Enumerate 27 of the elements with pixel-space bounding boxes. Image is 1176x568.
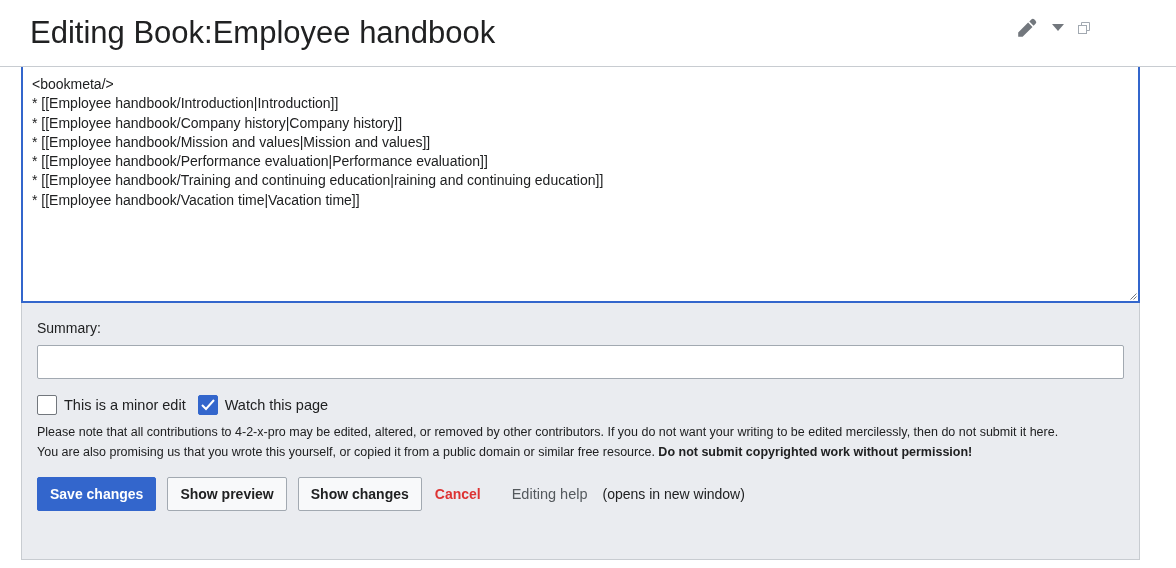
checkbox-label: This is a minor edit xyxy=(64,397,186,413)
resize-grip-icon[interactable] xyxy=(1130,293,1137,300)
help-note: (opens in new window) xyxy=(602,486,745,502)
wikitext-line: * [[Employee handbook/Training and continuing education|raining and continuing education]] xyxy=(32,171,604,191)
page-title: Editing Book:Employee handbook xyxy=(30,15,497,51)
notice-text: Please note that all contributions to 4-2-x-pro may be edited, altered, or removed by other contributors. If you do not want your writing to be edited mercilessly, then do not submit it here. xyxy=(37,424,1060,441)
checkbox[interactable] xyxy=(37,395,57,415)
show-changes-button[interactable]: Show changes xyxy=(297,477,422,511)
save-button[interactable]: Save changes xyxy=(37,477,157,511)
wikitext-line: * [[Employee handbook/Company history|Company history]] xyxy=(32,113,403,133)
show-preview-button[interactable]: Show preview xyxy=(167,477,287,511)
summary-field[interactable] xyxy=(37,345,1124,379)
wikitext-line: * [[Employee handbook/Performance evaluation|Performance evaluation]] xyxy=(32,152,488,172)
wikitext-line: * [[Employee handbook/Vacation time|Vacation time]] xyxy=(32,190,360,210)
cancel-link[interactable]: Cancel xyxy=(432,477,493,511)
wikitext-line: * [[Employee handbook/Introduction|Introduction]] xyxy=(32,94,339,114)
summary-label: Summary: xyxy=(37,320,101,336)
pencil-icon[interactable] xyxy=(1016,17,1038,39)
wikitext-line: * [[Employee handbook/Mission and values|Mission and values]] xyxy=(32,132,431,152)
expand-icon[interactable] xyxy=(1078,22,1090,34)
wikitext-field[interactable] xyxy=(21,67,1140,303)
notice-text: You are also promising us that you wrote this yourself, or copied it from a public domain or similar free resource. Do not submit copyrighted work without permission! xyxy=(37,444,974,461)
dropdown-caret-icon[interactable] xyxy=(1052,24,1064,32)
checkbox-label: Watch this page xyxy=(224,397,329,413)
wikitext-line: <bookmeta/> xyxy=(32,75,114,94)
checkbox[interactable] xyxy=(197,395,218,415)
editing-help-link[interactable]: Editing help xyxy=(511,486,588,502)
